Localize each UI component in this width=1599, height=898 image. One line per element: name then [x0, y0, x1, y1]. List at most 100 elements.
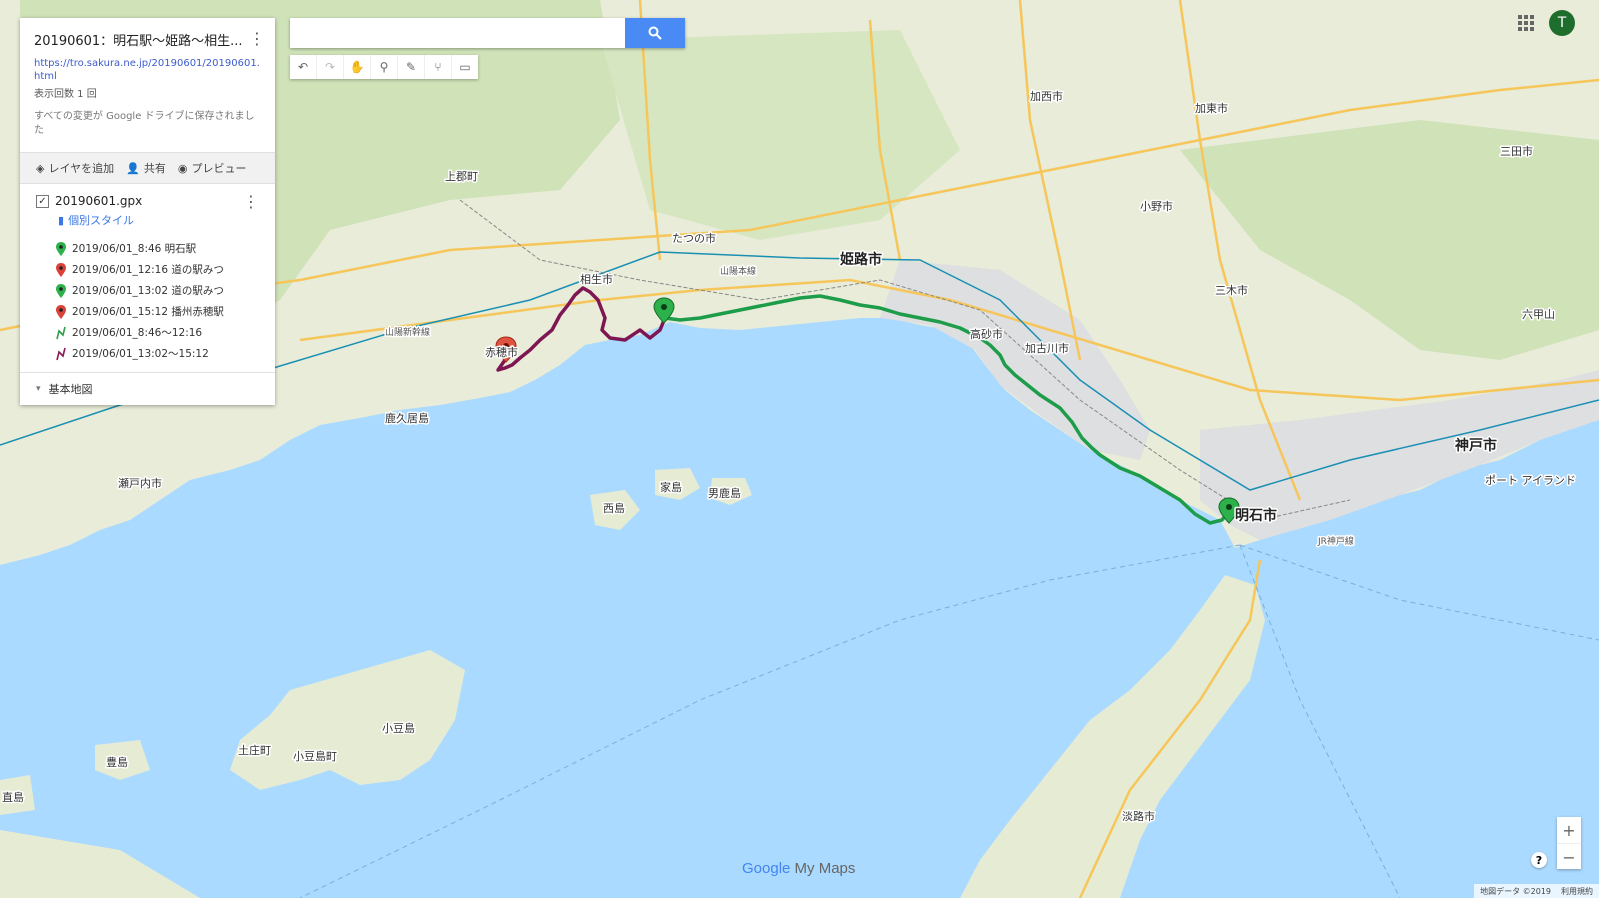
add-layer-button[interactable]: ◈ レイヤを追加 [36, 160, 114, 176]
google-my-maps-logo: Google My Maps [742, 860, 855, 877]
label-nishijima: 西島 [603, 501, 625, 515]
label-awaji: 淡路市 [1122, 809, 1155, 823]
zoom-out-button[interactable]: − [1557, 843, 1581, 870]
label-sanyo-line: 山陽本線 [720, 265, 756, 277]
panel-header: 20190601：明石駅〜姫路〜相生... ⋮ https://tro.saku… [20, 18, 275, 152]
search-icon [648, 26, 662, 40]
label-setouchi: 瀬戸内市 [118, 476, 162, 490]
label-aioi: 相生市 [580, 272, 613, 286]
layer-items: 2019/06/01_8:46 明石駅 2019/06/01_12:16 道の駅み… [36, 238, 261, 364]
product-name: My Maps [794, 860, 856, 877]
layer-checkbox[interactable]: ✓ [36, 194, 49, 208]
more-options-icon[interactable]: ⋮ [249, 31, 265, 47]
account-avatar[interactable]: T [1549, 10, 1575, 36]
label-teshima: 豊島 [106, 755, 128, 769]
label-jr-kobe: JR神戸線 [1317, 535, 1354, 547]
share-label: 共有 [143, 162, 166, 175]
layer-item[interactable]: 2019/06/01_8:46 明石駅 [56, 238, 261, 259]
apps-grid-icon[interactable] [1517, 14, 1535, 32]
label-kakogawa: 加古川市 [1025, 341, 1069, 355]
google-wordmark: Google [742, 860, 791, 877]
label-tanjima: 男鹿島 [708, 486, 741, 500]
label-rokko: 六甲山 [1522, 308, 1555, 321]
line-path-icon [56, 326, 66, 339]
label-ako: 赤穂市 [485, 345, 518, 359]
map-legend-panel: 20190601：明石駅〜姫路〜相生... ⋮ https://tro.saku… [20, 18, 275, 405]
label-kasai: 加西市 [1030, 89, 1063, 103]
label-hinase: 鹿久居島 [385, 411, 429, 425]
layer-name[interactable]: 20190601.gpx [55, 194, 142, 208]
hand-icon[interactable]: ✋ [344, 55, 371, 79]
layer-item[interactable]: 2019/06/01_13:02 道の駅みつ [56, 280, 261, 301]
map-pin-icon [56, 241, 66, 256]
map-pin-icon [56, 304, 66, 319]
label-sanda: 三田市 [1500, 144, 1533, 158]
layer-item[interactable]: 2019/06/01_13:02〜15:12 [56, 343, 261, 364]
label-ieshima: 家島 [660, 480, 682, 494]
add-layer-label: レイヤを追加 [48, 162, 115, 175]
base-map-row[interactable]: ▾ 基本地図 [20, 372, 275, 405]
share-button[interactable]: 👤 共有 [126, 160, 166, 176]
help-icon[interactable]: ? [1531, 852, 1547, 868]
map-data-attribution: 地図データ ©2019 [1480, 886, 1551, 896]
label-sanyo-shinkansen: 山陽新幹線 [385, 326, 430, 338]
label-port-island: ポート アイランド [1485, 474, 1576, 487]
map-pin-icon [56, 262, 66, 277]
save-status: すべての変更が Google ドライブに保存されました [34, 111, 255, 136]
add-person-icon: 👤 [126, 161, 140, 175]
zoom-in-button[interactable]: + [1557, 817, 1581, 843]
preview-label: プレビュー [191, 162, 247, 175]
eye-icon: ◉ [177, 161, 188, 175]
view-count: 表示回数 1 回 [34, 89, 97, 100]
layer-item-label: 2019/06/01_8:46 明石駅 [72, 243, 197, 255]
paint-roller-icon: ▮ [58, 213, 65, 227]
map-description-link[interactable]: https://tro.sakura.ne.jp/20190601/201906… [34, 57, 261, 83]
map-pin-icon [56, 283, 66, 298]
layer-item-label: 2019/06/01_12:16 道の駅みつ [72, 264, 224, 276]
layer-item-label: 2019/06/01_13:02〜15:12 [72, 348, 209, 360]
label-shodoshima: 小豆島 [382, 721, 415, 735]
layer-item-label: 2019/06/01_13:02 道の駅みつ [72, 285, 224, 297]
search-input[interactable] [290, 18, 625, 48]
layer-style-label: 個別スタイル [68, 214, 135, 227]
label-tatsuno: たつの市 [672, 231, 716, 245]
undo-icon[interactable]: ↶ [290, 55, 317, 79]
map-footer: 地図データ ©2019 利用規約 [1474, 884, 1599, 898]
label-kamigori: 上郡町 [445, 170, 478, 183]
label-shodoshima-town: 小豆島町 [293, 749, 337, 763]
map-toolbar: ↶ ↷ ✋ ⚲ ✎ ⑂ ▭ [290, 55, 478, 79]
expand-icon[interactable]: ▾ [36, 384, 41, 394]
layer-options-icon[interactable]: ⋮ [243, 194, 259, 210]
layer-item-label: 2019/06/01_15:12 播州赤穂駅 [72, 306, 224, 318]
layer-item[interactable]: 2019/06/01_15:12 播州赤穂駅 [56, 301, 261, 322]
label-himeji: 姫路市 [840, 251, 882, 268]
preview-button[interactable]: ◉ プレビュー [178, 160, 247, 176]
panel-actions: ◈ レイヤを追加 👤 共有 ◉ プレビュー [20, 152, 275, 184]
label-kato: 加東市 [1195, 101, 1228, 115]
base-map-label: 基本地図 [48, 383, 93, 396]
search-button[interactable] [625, 18, 685, 48]
label-akashi: 明石市 [1235, 507, 1277, 524]
redo-icon[interactable]: ↷ [317, 55, 344, 79]
line-path-icon [56, 347, 66, 360]
zoom-control: + − [1557, 817, 1581, 869]
label-naoshima: 直島 [2, 790, 24, 804]
layer-item-label: 2019/06/01_8:46〜12:16 [72, 327, 203, 339]
label-miki: 三木市 [1215, 283, 1248, 297]
label-kobe: 神戸市 [1455, 437, 1497, 454]
layers-icon: ◈ [36, 161, 45, 175]
layer-item[interactable]: 2019/06/01_12:16 道の駅みつ [56, 259, 261, 280]
terms-link[interactable]: 利用規約 [1561, 886, 1593, 897]
directions-icon[interactable]: ⑂ [425, 55, 452, 79]
ruler-icon[interactable]: ▭ [452, 55, 478, 79]
layer-item[interactable]: 2019/06/01_8:46〜12:16 [56, 322, 261, 343]
map-title[interactable]: 20190601：明石駅〜姫路〜相生... [34, 30, 244, 49]
layer-gpx: ✓ 20190601.gpx ⋮ ▮ 個別スタイル 2019/06/01_8:4… [20, 184, 275, 372]
layer-style-link[interactable]: ▮ 個別スタイル [58, 212, 261, 228]
label-ono: 小野市 [1140, 199, 1173, 213]
label-tonosho: 土庄町 [238, 743, 271, 757]
draw-line-icon[interactable]: ✎ [398, 55, 425, 79]
search-box [290, 18, 685, 48]
add-marker-icon[interactable]: ⚲ [371, 55, 398, 79]
label-takasago: 高砂市 [970, 327, 1003, 341]
